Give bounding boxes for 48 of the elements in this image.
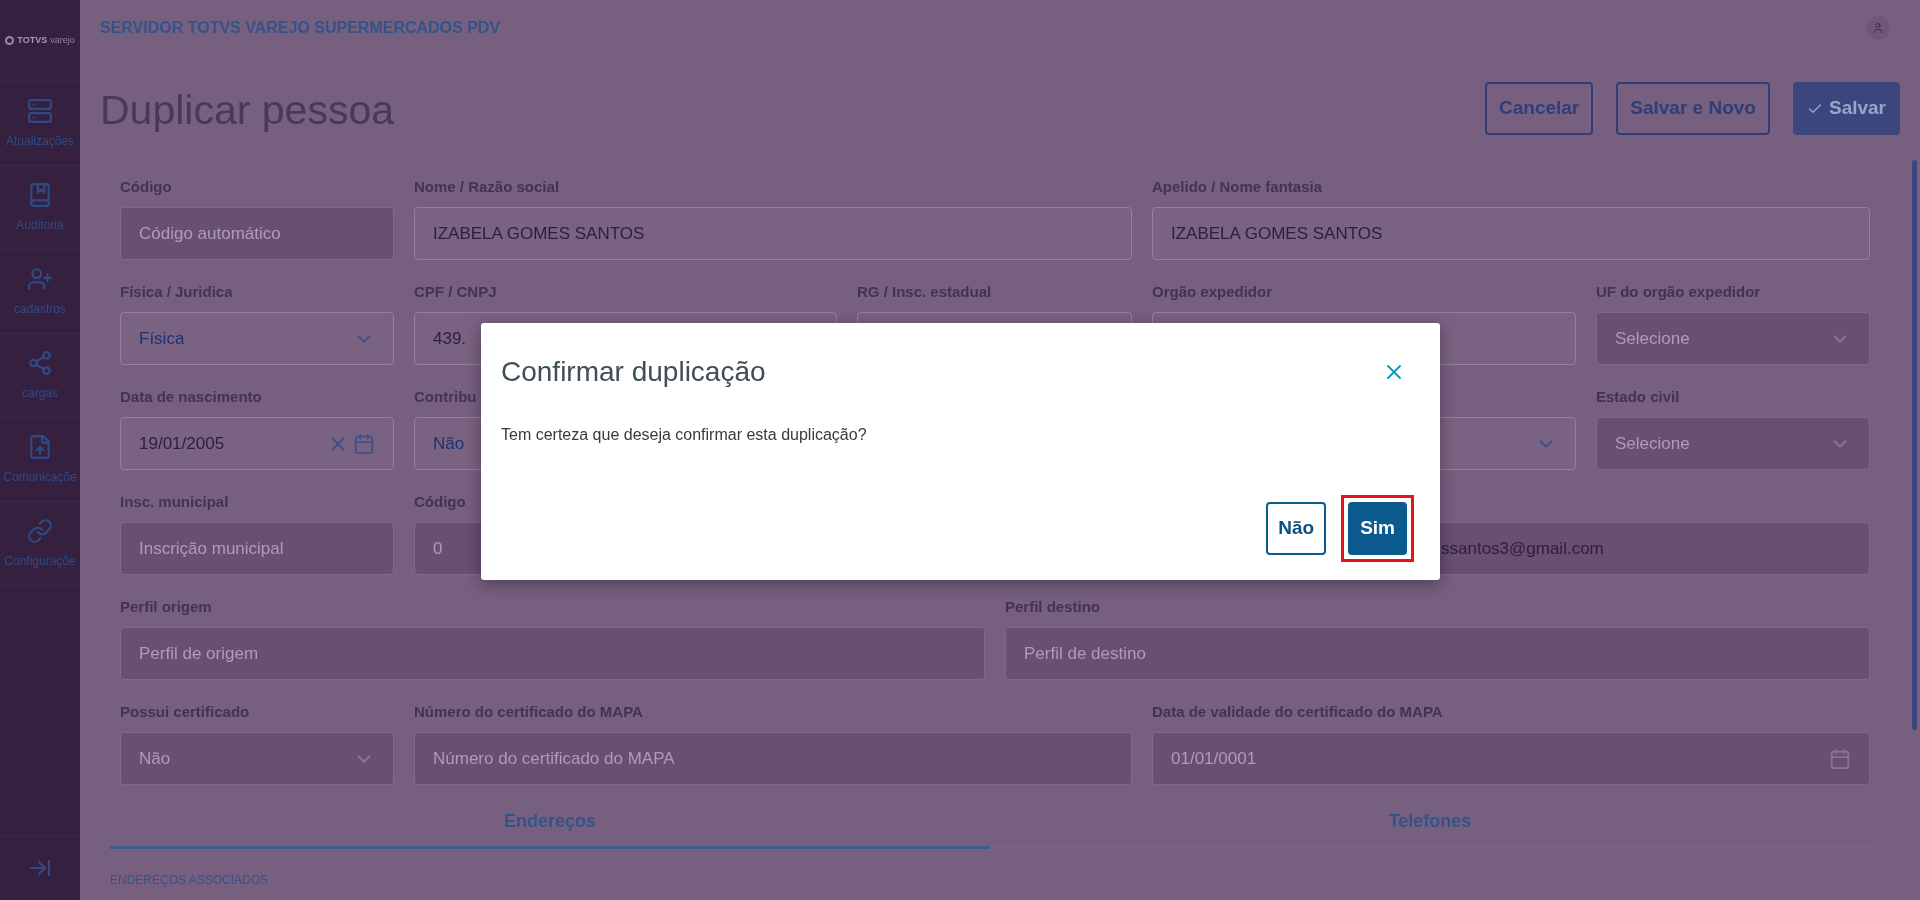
sidebar-item[interactable]: Configuraçõe (0, 502, 80, 586)
sidebar-item[interactable]: cargas (0, 334, 80, 418)
yes-button[interactable]: Sim (1348, 502, 1407, 555)
placeholder-text: Número do certificado do MAPA (433, 747, 675, 770)
book-icon (27, 181, 53, 208)
save-button[interactable]: Salvar (1792, 82, 1900, 135)
placeholder-text: 01/01/0001 (1171, 747, 1257, 770)
dialog-message: Tem certeza que deseja confirmar esta duplicação? (501, 425, 868, 445)
placeholder-text: Não (139, 747, 171, 770)
logo-subtext: varejo (50, 33, 75, 47)
share-icon (27, 349, 53, 376)
sidebar-item[interactable]: Comunicaçõe (0, 418, 80, 502)
input-field[interactable]: IZABELA GOMES SANTOS (1152, 207, 1870, 260)
logo-icon (5, 36, 15, 45)
outline-button[interactable]: Cancelar (1485, 82, 1594, 135)
scrollbar[interactable] (1912, 160, 1917, 730)
sidebar-item[interactable]: cadastros (0, 250, 80, 334)
placeholder-text: Selecione (1615, 327, 1690, 350)
sidebar-item[interactable]: Atualizações (0, 82, 80, 166)
add-user-icon (27, 265, 53, 292)
section-title: ENDEREÇOS ASSOCIADOS (110, 873, 269, 887)
placeholder-text: Perfil de origem (139, 642, 259, 665)
server-icon (27, 97, 53, 124)
field-value: 439. (433, 327, 467, 350)
placeholder-text: Perfil de destino (1024, 642, 1146, 665)
select-field[interactable]: Física (120, 312, 394, 365)
field-value: IZABELA GOMES SANTOS (1171, 222, 1383, 245)
file-upload-icon (27, 433, 53, 460)
dialog-title: Confirmar duplicação (501, 355, 766, 389)
field-value: Não (433, 432, 465, 455)
app-title: SERVIDOR TOTVS VAREJO SUPERMERCADOS PDV (100, 17, 501, 38)
placeholder-text: Inscrição municipal (139, 537, 284, 560)
sidebar-item[interactable]: Auditoria (0, 166, 80, 250)
input-field[interactable]: IZABELA GOMES SANTOS (414, 207, 1132, 260)
field-value: 19/01/2005 (139, 432, 225, 455)
outline-button[interactable]: Salvar e Novo (1616, 82, 1770, 135)
calendar-icon[interactable] (353, 432, 375, 455)
logo-text: TOTVS (17, 33, 48, 47)
placeholder-text: Código automático (139, 222, 281, 245)
field-value: Física (139, 327, 185, 350)
field-value: ssantos3@gmail.com (1440, 537, 1604, 560)
placeholder-text: 0 (433, 537, 443, 560)
no-button[interactable]: Não (1266, 502, 1327, 555)
user-avatar[interactable] (1866, 15, 1890, 40)
field-value: IZABELA GOMES SANTOS (433, 222, 645, 245)
placeholder-text: Selecione (1615, 432, 1690, 455)
link-icon (27, 517, 53, 544)
date-field[interactable]: 19/01/2005 (120, 417, 394, 470)
